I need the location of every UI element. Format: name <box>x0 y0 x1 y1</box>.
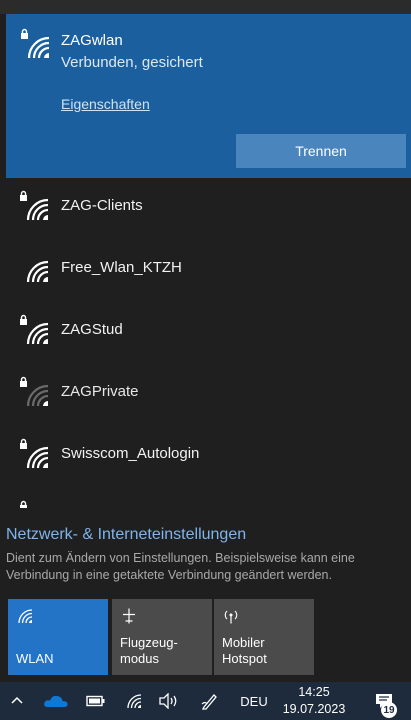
volume-icon[interactable] <box>154 682 184 720</box>
battery-icon[interactable] <box>82 682 110 720</box>
network-name: ZAG-Clients <box>61 197 143 214</box>
network-name: Swisscom_Autologin <box>61 445 200 462</box>
network-item-swisscom-autologin[interactable]: Swisscom_Autologin <box>0 426 411 488</box>
secured-wifi-icon <box>20 500 27 508</box>
network-settings-link[interactable]: Netzwerk- & Interneteinstellungen <box>6 526 246 544</box>
tile-label: Mobiler Hotspot <box>222 635 267 666</box>
secured-wifi-icon <box>20 190 49 221</box>
airplane-mode-tile[interactable]: Flugzeug- modus <box>112 599 212 675</box>
flyout-top-edge <box>0 0 411 14</box>
network-item-zagstud[interactable]: ZAGStud <box>0 302 411 364</box>
secured-weak-wifi-icon <box>20 376 49 407</box>
disconnect-button[interactable]: Trennen <box>236 134 406 168</box>
connected-network-panel[interactable]: ZAGwlan Verbunden, gesichert Eigenschaft… <box>6 14 411 178</box>
wlan-toggle-tile[interactable]: WLAN <box>8 599 108 675</box>
network-item-zag-clients[interactable]: ZAG-Clients <box>0 178 411 240</box>
wifi-icon <box>26 260 49 283</box>
network-name: ZAGPrivate <box>61 383 139 400</box>
chevron-up-icon[interactable] <box>4 682 30 720</box>
network-name: ZAGStud <box>61 321 123 338</box>
mobile-hotspot-tile[interactable]: Mobiler Hotspot <box>214 599 314 675</box>
network-item-zagprivate[interactable]: ZAGPrivate <box>0 364 411 426</box>
onedrive-icon[interactable] <box>40 682 72 720</box>
secured-wifi-icon <box>20 314 49 345</box>
clock-time: 14:25 <box>298 685 330 699</box>
wifi-icon[interactable] <box>120 682 148 720</box>
clock-date: 19.07.2023 <box>282 702 346 716</box>
connected-network-name: ZAGwlan <box>61 32 123 49</box>
notification-count-badge: 19 <box>381 702 397 718</box>
network-item-partial[interactable] <box>0 488 411 508</box>
wifi-icon <box>18 609 33 624</box>
network-list[interactable]: ZAG-Clients Free_Wlan_KTZH ZAGStud ZAGPr… <box>0 178 411 508</box>
properties-link[interactable]: Eigenschaften <box>61 96 150 112</box>
taskbar: DEU 14:25 19.07.2023 19 <box>0 682 411 720</box>
input-language[interactable]: DEU <box>234 682 274 720</box>
secured-wifi-icon <box>20 438 49 469</box>
network-name: Free_Wlan_KTZH <box>61 259 182 276</box>
pen-icon[interactable] <box>196 682 224 720</box>
clock[interactable]: 14:25 19.07.2023 <box>278 684 350 718</box>
tile-label: WLAN <box>16 651 54 666</box>
tile-label: Flugzeug- modus <box>120 635 178 666</box>
connection-status: Verbunden, gesichert <box>61 54 203 71</box>
secured-wifi-icon <box>21 28 50 59</box>
airplane-icon <box>123 608 135 624</box>
hotspot-icon <box>224 610 238 624</box>
network-item-free-wlan-ktzh[interactable]: Free_Wlan_KTZH <box>0 240 411 302</box>
network-settings-description: Dient zum Ändern von Einstellungen. Beis… <box>6 551 355 582</box>
